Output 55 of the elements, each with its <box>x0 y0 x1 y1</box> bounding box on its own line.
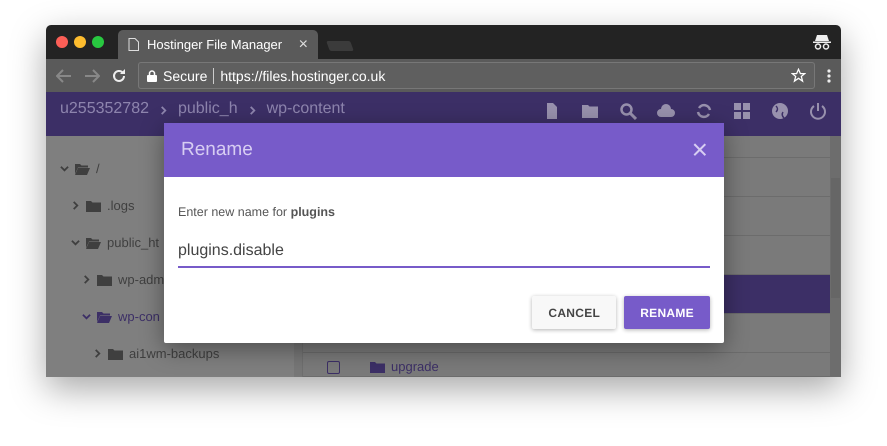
secure-label: Secure <box>163 68 214 84</box>
cancel-button[interactable]: CANCEL <box>532 296 616 329</box>
breadcrumb-link[interactable]: wp-content <box>266 100 345 118</box>
tree-item[interactable]: public_ht <box>107 235 160 250</box>
grid-icon[interactable] <box>733 102 751 120</box>
chevron-down-icon[interactable] <box>82 312 91 321</box>
tree-item[interactable]: .logs <box>107 198 134 213</box>
folder-icon <box>97 310 112 322</box>
chevron-right-icon[interactable] <box>158 106 168 115</box>
globe-icon[interactable] <box>771 102 789 120</box>
maximize-window-icon[interactable] <box>92 36 104 48</box>
folder-icon <box>86 236 101 248</box>
browser-tab[interactable]: Hostinger File Manager × <box>118 30 318 60</box>
chevron-down-icon[interactable] <box>71 238 80 247</box>
minimize-window-icon[interactable] <box>74 36 86 48</box>
file-name: upgrade <box>391 359 439 374</box>
name-input-field[interactable]: plugins.disable <box>178 238 710 268</box>
chevron-right-icon[interactable] <box>93 349 102 358</box>
scrollbar[interactable] <box>830 136 841 377</box>
checkbox[interactable] <box>327 361 340 374</box>
close-button[interactable]: × <box>692 136 708 164</box>
incognito-icon <box>813 34 831 50</box>
tree-item[interactable]: wp-adm <box>118 272 164 287</box>
cloud-upload-icon[interactable] <box>657 102 675 120</box>
reload-icon[interactable] <box>112 68 126 83</box>
lock-icon <box>147 70 157 82</box>
dialog-title: Rename <box>181 139 253 161</box>
page-icon <box>128 38 139 52</box>
search-icon[interactable] <box>619 102 637 120</box>
tree-item[interactable]: ai1wm-backups <box>129 346 220 361</box>
star-icon[interactable] <box>791 68 806 84</box>
tab-close-button[interactable]: × <box>298 36 308 54</box>
folder-icon <box>370 360 385 372</box>
chevron-right-icon[interactable] <box>82 275 91 284</box>
refresh-icon[interactable] <box>695 102 713 120</box>
folder-icon <box>97 274 112 286</box>
menu-icon[interactable] <box>827 68 831 83</box>
breadcrumb-link[interactable]: public_h <box>178 100 238 118</box>
folder-icon <box>108 348 123 360</box>
folder-icon <box>86 200 101 212</box>
power-icon[interactable] <box>809 102 827 120</box>
chevron-down-icon[interactable] <box>60 164 69 173</box>
prompt-text: Enter new name for plugins <box>178 205 336 219</box>
folder-icon[interactable] <box>581 102 599 120</box>
close-window-icon[interactable] <box>56 36 68 48</box>
address-bar[interactable]: Secure https://files.hostinger.co.uk <box>138 62 815 90</box>
rename-button[interactable]: RENAME <box>624 296 710 329</box>
tree-item[interactable]: wp-con <box>118 309 160 324</box>
chevron-right-icon[interactable] <box>248 106 257 115</box>
chevron-right-icon[interactable] <box>71 201 80 210</box>
file-row[interactable]: upgrade <box>303 353 830 377</box>
tree-item[interactable]: / <box>96 161 100 176</box>
folder-icon <box>75 162 90 174</box>
breadcrumb-link[interactable]: u255352782 <box>60 100 149 118</box>
url-text: https://files.hostinger.co.uk <box>220 68 386 84</box>
